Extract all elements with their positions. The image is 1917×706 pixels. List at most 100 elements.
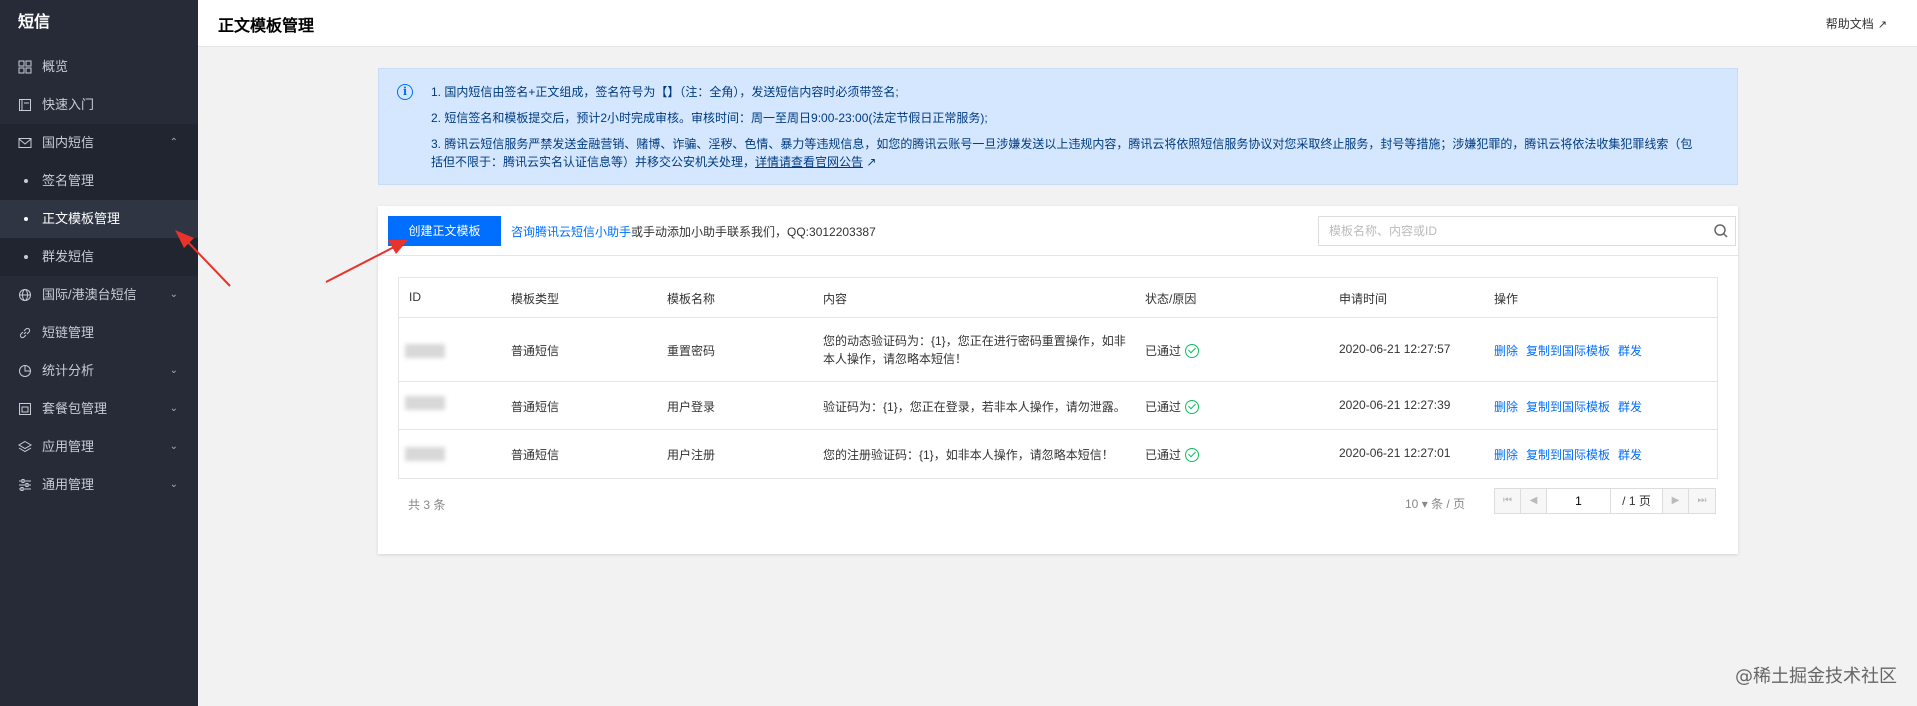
col-header-status: 状态/原因 — [1145, 292, 1197, 306]
cell-actions: 删除 复制到国际模板 群发 — [1494, 342, 1650, 359]
watermark: @稀土掘金技术社区 — [1735, 666, 1897, 687]
status-label: 已通过 — [1145, 400, 1182, 414]
sidebar-item-package[interactable]: 套餐包管理 ⌄ — [0, 390, 198, 428]
sidebar-item-label: 套餐包管理 — [42, 401, 108, 416]
cell-actions: 删除 复制到国际模板 群发 — [1494, 398, 1650, 415]
cell-time: 2020-06-21 12:27:57 — [1339, 342, 1451, 356]
sidebar-item-label: 统计分析 — [42, 363, 95, 378]
cell-name: 重置密码 — [667, 344, 716, 358]
page-number-input[interactable] — [1547, 489, 1611, 513]
bulk-send-button[interactable]: 群发 — [1618, 448, 1642, 462]
delete-button[interactable]: 删除 — [1494, 400, 1518, 414]
notice-line-3a: 3. 腾讯云短信服务严禁发送金融营销、赌博、诈骗、淫秽、色情、暴力等违规信息，如… — [431, 137, 1693, 151]
sidebar-item-label: 国内短信 — [42, 135, 95, 150]
sidebar-item-general[interactable]: 通用管理 ⌄ — [0, 466, 198, 504]
prev-page-button[interactable]: ◀ — [1521, 489, 1547, 513]
sidebar-item-quickstart[interactable]: 快速入门 — [0, 86, 198, 124]
template-panel: 创建正文模板 咨询腾讯云短信小助手或手动添加小助手联系我们，QQ:3012203… — [378, 206, 1738, 554]
globe-icon — [18, 288, 32, 302]
create-template-button[interactable]: 创建正文模板 — [388, 216, 501, 246]
col-header-time: 申请时间 — [1339, 292, 1388, 306]
sidebar-item-overview[interactable]: 概览 — [0, 48, 198, 86]
redacted-id — [405, 447, 445, 461]
toolbar: 创建正文模板 咨询腾讯云短信小助手或手动添加小助手联系我们，QQ:3012203… — [378, 206, 1738, 256]
chevron-down-icon: ⌄ — [169, 479, 178, 490]
page-header: 正文模板管理 帮助文档 ↗ — [198, 0, 1917, 47]
cell-time: 2020-06-21 12:27:39 — [1339, 398, 1451, 412]
status-badge: 已通过 — [1145, 398, 1200, 415]
notice-line-1: 1. 国内短信由签名+正文组成，签名符号为【】（注：全角），发送短信内容时必须带… — [431, 85, 899, 99]
sidebar-sub-signature[interactable]: 签名管理 — [0, 162, 198, 200]
redacted-id — [405, 344, 445, 358]
external-link-icon: ↗ — [1877, 19, 1887, 31]
consult-text: 咨询腾讯云短信小助手或手动添加小助手联系我们，QQ:3012203387 — [511, 223, 876, 240]
sidebar-item-statistics[interactable]: 统计分析 ⌄ — [0, 352, 198, 390]
page-total: / 1 页 — [1611, 489, 1663, 513]
template-table: ID 模板类型 模板名称 内容 状态/原因 申请时间 操作 普通短信 重置密码 … — [398, 277, 1718, 479]
cell-type: 普通短信 — [511, 400, 560, 414]
chevron-down-icon: ⌄ — [169, 365, 178, 376]
link-icon — [18, 326, 32, 340]
sidebar-item-label: 快速入门 — [42, 97, 95, 112]
sidebar-sub-bulk[interactable]: 群发短信 — [0, 238, 198, 276]
copy-to-international-button[interactable]: 复制到国际模板 — [1526, 344, 1610, 358]
status-label: 已通过 — [1145, 344, 1182, 358]
sidebar-sub-label: 正文模板管理 — [42, 211, 121, 226]
chevron-down-icon: ⌄ — [169, 403, 178, 414]
help-docs-link[interactable]: 帮助文档 ↗ — [1826, 15, 1887, 32]
announcement-link[interactable]: 详情请查看官网公告 — [755, 155, 863, 169]
sidebar-title: 短信 — [18, 14, 51, 31]
notice-line-3b: 括但不限于：腾讯云实名认证信息等）并移交公安机关处理，详情请查看官网公告 ↗ — [431, 153, 1711, 171]
cell-content-line1: 您的注册验证码：{1}，如非本人操作，请忽略本短信！ — [823, 448, 1114, 462]
search-icon[interactable] — [1713, 223, 1729, 239]
grid-icon — [18, 60, 32, 74]
cell-content-line1: 您的动态验证码为：{1}，您正在进行密码重置操作，如非 — [823, 334, 1126, 348]
last-page-button[interactable]: ⏭ — [1689, 489, 1715, 513]
sidebar-sub-label: 签名管理 — [42, 173, 95, 188]
check-circle-icon — [1185, 344, 1200, 358]
status-label: 已通过 — [1145, 448, 1182, 462]
page-size-unit: 条 / 页 — [1431, 497, 1466, 511]
assistant-link[interactable]: 咨询腾讯云短信小助手 — [511, 225, 631, 239]
bulk-send-button[interactable]: 群发 — [1618, 344, 1642, 358]
page-navigator: ⏮ ◀ / 1 页 ▶ ⏭ — [1494, 488, 1716, 514]
sidebar-item-shortlink[interactable]: 短链管理 — [0, 314, 198, 352]
check-circle-icon — [1185, 448, 1200, 462]
delete-button[interactable]: 删除 — [1494, 344, 1518, 358]
table-row: 普通短信 用户注册 您的注册验证码：{1}，如非本人操作，请忽略本短信！ 已通过… — [399, 430, 1717, 478]
first-page-button[interactable]: ⏮ — [1495, 489, 1521, 513]
chevron-down-icon: ⌄ — [169, 441, 178, 452]
sidebar-item-apps[interactable]: 应用管理 ⌄ — [0, 428, 198, 466]
cell-time: 2020-06-21 12:27:01 — [1339, 446, 1451, 460]
sidebar-group-domestic: 国内短信 ⌃ 签名管理 正文模板管理 群发短信 — [0, 124, 198, 276]
copy-to-international-button[interactable]: 复制到国际模板 — [1526, 400, 1610, 414]
sidebar: 短信 概览 快速入门 国内短信 ⌃ 签名管理 正文模板管理 群发短信 国际/港澳… — [0, 0, 198, 706]
caret-down-icon: ▾ — [1421, 497, 1432, 511]
pagination: 10 ▾ 条 / 页 ⏮ ◀ / 1 页 ▶ ⏭ — [378, 488, 1738, 518]
sidebar-item-domestic-sms[interactable]: 国内短信 ⌃ — [0, 124, 198, 162]
next-page-button[interactable]: ▶ — [1663, 489, 1689, 513]
cell-content-line2: 本人操作，请忽略本短信！ — [823, 352, 968, 366]
status-badge: 已通过 — [1145, 342, 1200, 359]
cell-actions: 删除 复制到国际模板 群发 — [1494, 446, 1650, 463]
sidebar-sub-label: 群发短信 — [42, 249, 95, 264]
info-icon: i — [397, 84, 413, 100]
bullet-icon — [24, 217, 28, 221]
check-circle-icon — [1185, 400, 1200, 414]
notice-line-3b-text: 括但不限于：腾讯云实名认证信息等）并移交公安机关处理， — [431, 155, 756, 169]
cell-type: 普通短信 — [511, 344, 560, 358]
col-header-type: 模板类型 — [511, 292, 560, 306]
redacted-id — [405, 396, 445, 410]
sidebar-sub-template[interactable]: 正文模板管理 — [0, 200, 198, 238]
search-input[interactable] — [1319, 217, 1699, 245]
notice-line-2: 2. 短信签名和模板提交后，预计2小时完成审核。审核时间：周一至周日9:00-2… — [431, 111, 988, 125]
chevron-up-icon: ⌃ — [169, 137, 178, 148]
sidebar-item-international[interactable]: 国际/港澳台短信 ⌄ — [0, 276, 198, 314]
help-docs-label: 帮助文档 — [1825, 17, 1874, 31]
book-icon — [18, 98, 32, 112]
sidebar-item-label: 通用管理 — [42, 477, 95, 492]
copy-to-international-button[interactable]: 复制到国际模板 — [1526, 448, 1610, 462]
page-size-select[interactable]: 10 ▾ 条 / 页 — [1405, 495, 1465, 512]
bulk-send-button[interactable]: 群发 — [1618, 400, 1642, 414]
delete-button[interactable]: 删除 — [1494, 448, 1518, 462]
